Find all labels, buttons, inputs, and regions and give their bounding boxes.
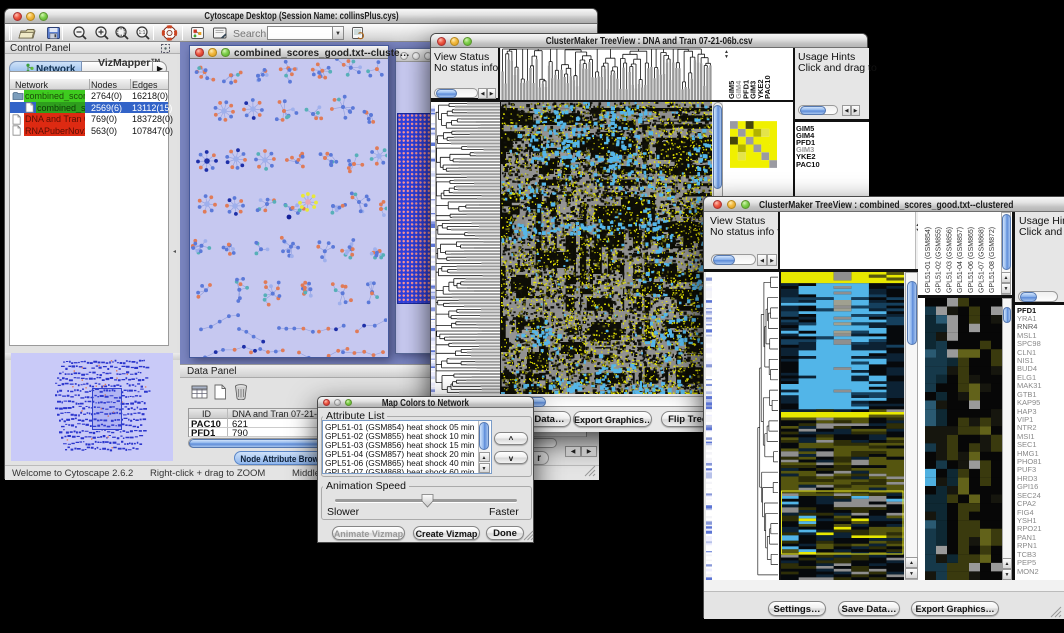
svg-text:GPL51-04 (GSM857): GPL51-04 (GSM857): [957, 227, 964, 293]
svg-text:GPL51-08 (GSM872): GPL51-08 (GSM872): [989, 227, 996, 293]
svg-text:1:1: 1:1: [139, 30, 146, 36]
svg-text:GPL51-01 (GSM854): GPL51-01 (GSM854): [925, 227, 932, 293]
svg-text:GPL51-06 (GSM865): GPL51-06 (GSM865): [968, 227, 975, 293]
svg-text:GPL51-02 (GSM855): GPL51-02 (GSM855): [936, 227, 943, 293]
svg-text:GPL51-03 (GSM856): GPL51-03 (GSM856): [946, 227, 953, 293]
svg-text:PAC10: PAC10: [763, 75, 772, 99]
svg-text:GPL51-07 (GSM868): GPL51-07 (GSM868): [979, 227, 986, 293]
